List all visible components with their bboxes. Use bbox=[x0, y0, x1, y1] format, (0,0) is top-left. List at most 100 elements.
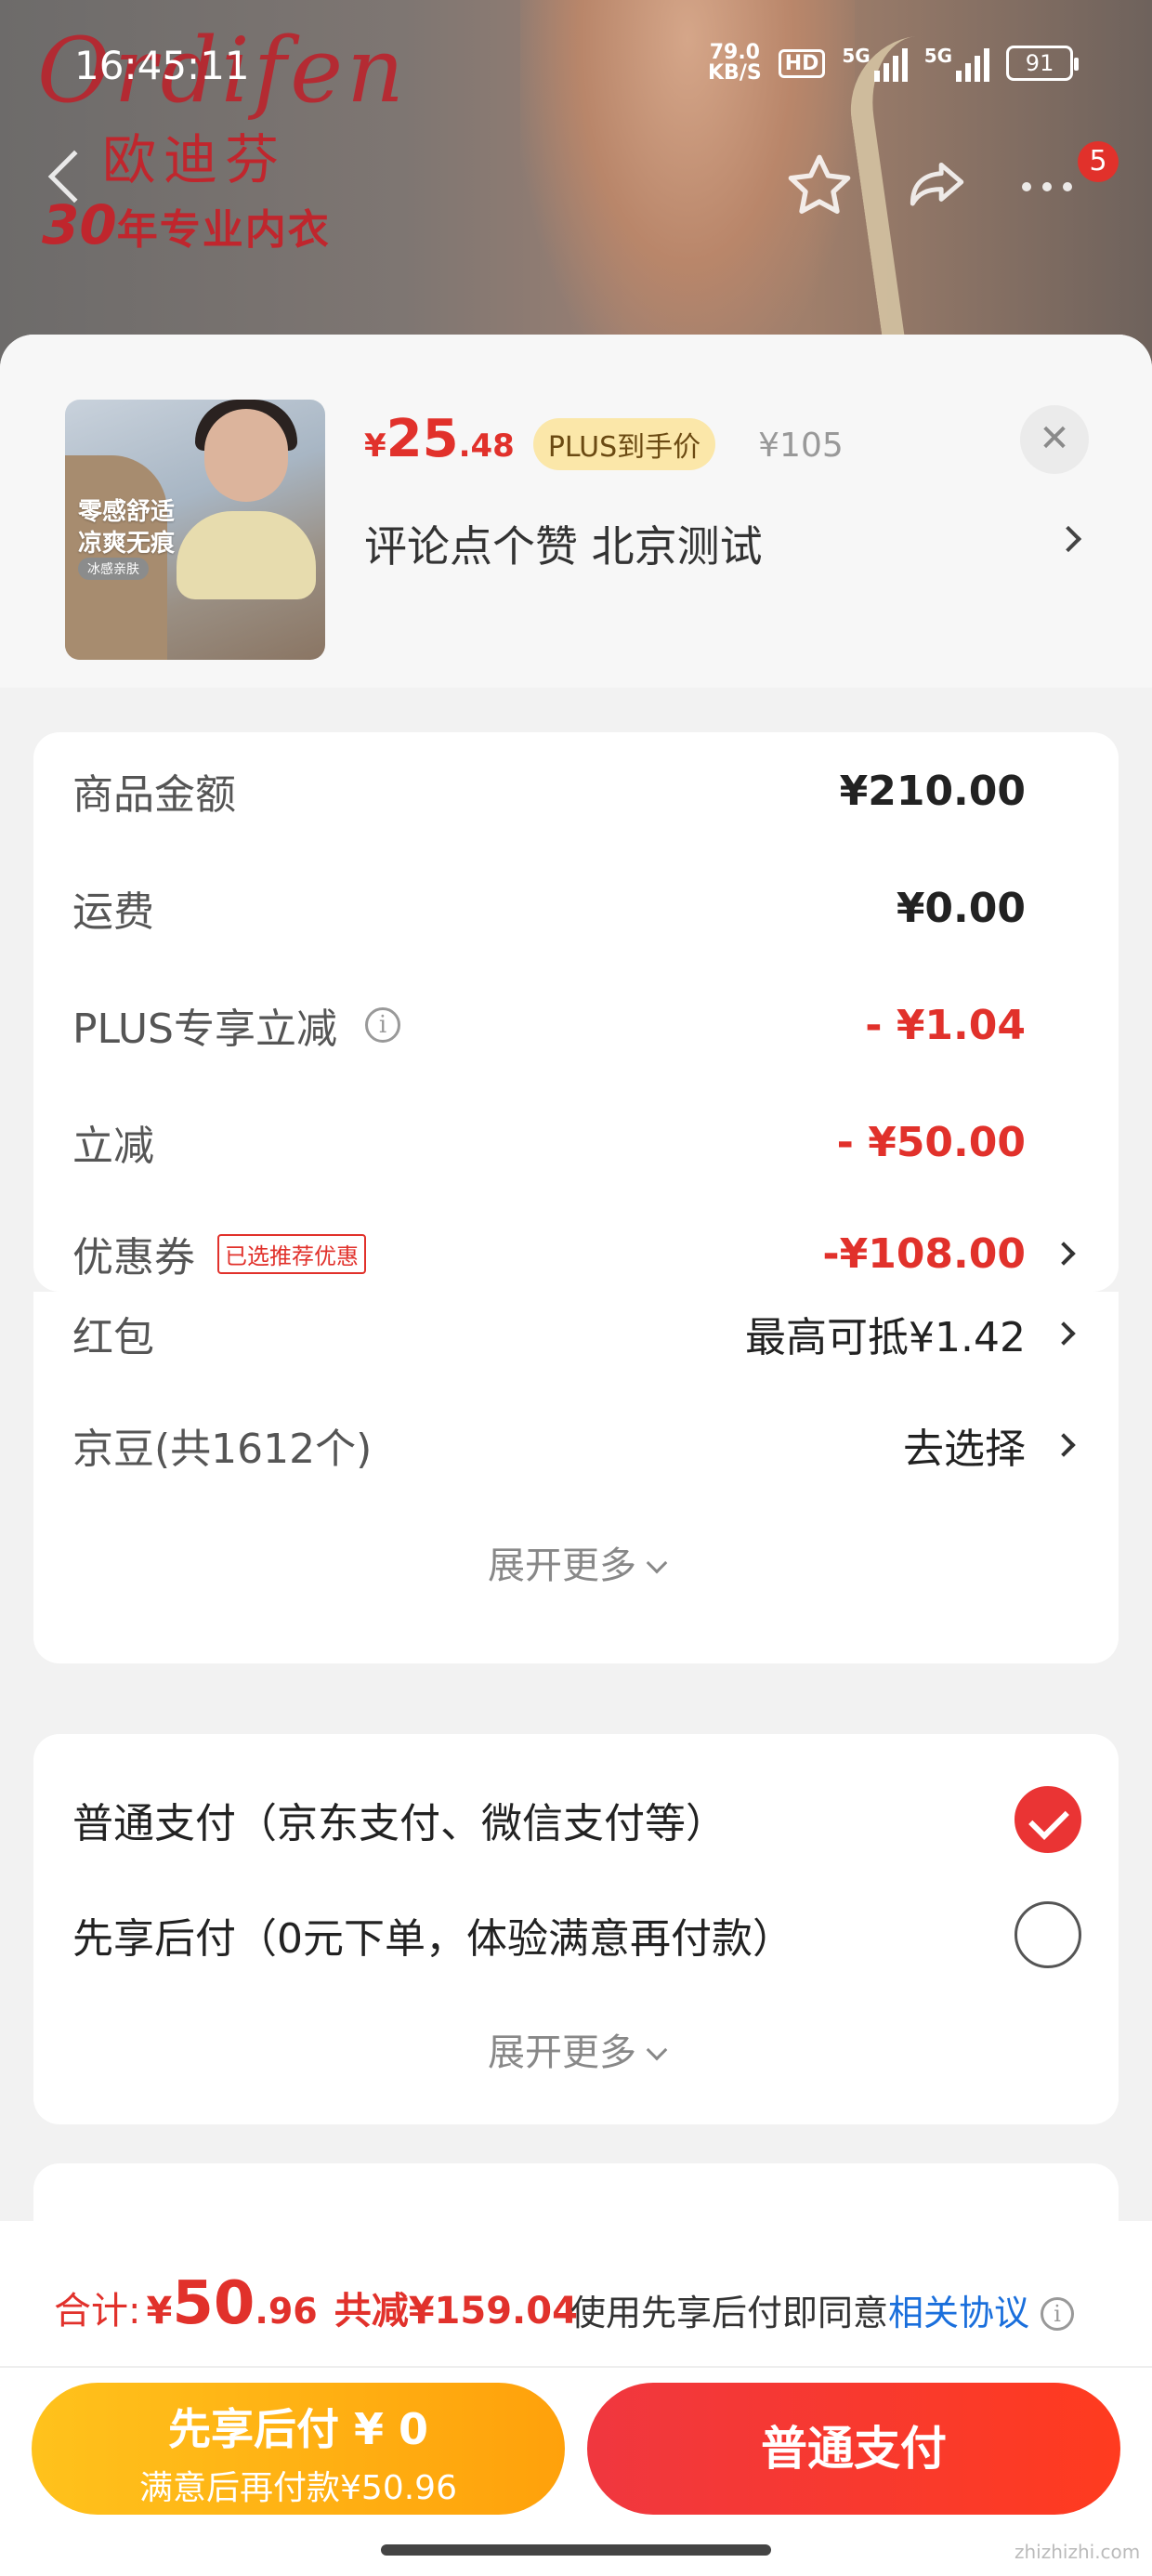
signal-bar bbox=[901, 48, 908, 82]
plus-price-tag: PLUS到手价 bbox=[532, 418, 716, 470]
total-symbol: ¥ bbox=[146, 2290, 173, 2333]
signal-bar bbox=[873, 71, 880, 82]
signal-icon-2: 5G bbox=[923, 45, 990, 82]
star-icon[interactable] bbox=[782, 149, 857, 223]
expand-more-payment[interactable]: 展开更多 bbox=[33, 2022, 1119, 2076]
pay-later-button[interactable]: 先享后付 ¥ 0 满意后再付款¥50.96 bbox=[32, 2383, 565, 2515]
total-integer: 50 bbox=[172, 2269, 255, 2338]
total-decimal: .96 bbox=[255, 2291, 318, 2332]
network-type-2: 5G bbox=[923, 45, 953, 67]
summary-label: 红包 bbox=[72, 1314, 154, 1361]
status-bar: 16:45:11 79.0 KB/S HD 5G 5G 91 bbox=[0, 37, 1152, 102]
radio-checked-icon[interactable] bbox=[1015, 1786, 1081, 1853]
expand-more-label: 展开更多 bbox=[488, 1544, 636, 1587]
checkout-footer: 合计: ¥ 50 .96 共减¥159.04 使用先享后付即同意相关协议 i 先享… bbox=[0, 2221, 1152, 2576]
summary-row-shipping: 运费 ¥0.00 bbox=[72, 875, 1081, 940]
network-speed-unit: KB/S bbox=[708, 61, 762, 85]
price-line: ¥ 25 .48 PLUS到手价 ¥105 bbox=[364, 409, 844, 470]
thumb-text-1: 零感舒适 bbox=[78, 498, 176, 526]
chevron-right-icon bbox=[1052, 1321, 1076, 1346]
summary-row-goods: 商品金额 ¥210.00 bbox=[72, 758, 1081, 823]
total-line: 合计: ¥ 50 .96 共减¥159.04 bbox=[54, 2269, 578, 2338]
close-button[interactable]: ✕ bbox=[1020, 405, 1089, 474]
summary-value: 最高可抵¥1.42 bbox=[745, 1314, 1026, 1361]
summary-value: - ¥50.00 bbox=[836, 1118, 1026, 1166]
summary-row-coupon[interactable]: 优惠券 已选推荐优惠 -¥108.00 bbox=[72, 1221, 1081, 1286]
summary-row-plus-discount: PLUS专享立减 i - ¥1.04 bbox=[72, 992, 1081, 1058]
summary-value: 去选择 bbox=[903, 1426, 1026, 1473]
pay-later-subtitle: 满意后再付款¥50.96 bbox=[139, 2469, 457, 2507]
divider bbox=[0, 2366, 1152, 2368]
summary-value: ¥0.00 bbox=[896, 884, 1026, 932]
summary-label: 运费 bbox=[72, 888, 154, 936]
price-symbol: ¥ bbox=[364, 427, 386, 465]
agreement-link[interactable]: 相关协议 bbox=[888, 2293, 1029, 2333]
payment-option-label: 普通支付（京东支付、微信支付等） bbox=[72, 1800, 727, 1847]
summary-value: ¥210.00 bbox=[839, 767, 1026, 815]
normal-pay-button[interactable]: 普通支付 bbox=[587, 2383, 1120, 2515]
summary-label: PLUS专享立减 bbox=[72, 1005, 337, 1053]
battery-icon: 91 bbox=[1006, 46, 1080, 81]
total-label: 合计: bbox=[54, 2290, 141, 2333]
expand-more-label: 展开更多 bbox=[488, 2031, 636, 2074]
notification-badge: 5 bbox=[1078, 141, 1119, 182]
brand-slogan: 30年专业内衣 bbox=[42, 193, 331, 256]
total-saving: 共减¥159.04 bbox=[334, 2290, 578, 2333]
summary-row-jingdou[interactable]: 京豆(共1612个) 去选择 bbox=[72, 1413, 1081, 1478]
chevron-right-icon bbox=[1052, 1433, 1076, 1457]
summary-label: 商品金额 bbox=[72, 771, 236, 819]
payment-option-normal[interactable]: 普通支付（京东支付、微信支付等） bbox=[72, 1782, 1081, 1857]
agreement-prefix: 使用先享后付即同意 bbox=[570, 2293, 889, 2333]
signal-bar bbox=[975, 56, 981, 82]
price-summary-card: 商品金额 ¥210.00 运费 ¥0.00 PLUS专享立减 i - ¥1.04… bbox=[33, 732, 1119, 1292]
more-icon[interactable] bbox=[1022, 182, 1072, 191]
watermark: zhizhizhi.com bbox=[1015, 2541, 1141, 2563]
chevron-right-icon bbox=[1052, 1242, 1076, 1266]
hd-icon: HD bbox=[778, 48, 826, 78]
thumb-text-2: 凉爽无痕 bbox=[78, 530, 176, 558]
summary-value: - ¥1.04 bbox=[865, 1001, 1026, 1049]
info-icon[interactable]: i bbox=[365, 1007, 400, 1043]
payment-option-later[interactable]: 先享后付（0元下单，体验满意再付款） bbox=[72, 1898, 1081, 1972]
chevron-down-icon bbox=[646, 1552, 668, 1574]
signal-bar bbox=[984, 48, 990, 82]
network-speed: 79.0 KB/S bbox=[708, 43, 762, 84]
status-time: 16:45:11 bbox=[74, 43, 250, 88]
signal-icon-1: 5G bbox=[842, 45, 908, 82]
summary-row-red-packet[interactable]: 红包 最高可抵¥1.42 bbox=[72, 1301, 1081, 1366]
product-header: 零感舒适 凉爽无痕 冰感亲肤 ¥ 25 .48 PLUS到手价 ¥105 ✕ 评… bbox=[0, 335, 1152, 688]
home-indicator[interactable] bbox=[381, 2544, 771, 2556]
summary-label: 优惠券 bbox=[72, 1234, 195, 1281]
info-icon[interactable]: i bbox=[1041, 2297, 1075, 2331]
summary-row-instant-discount: 立减 - ¥50.00 bbox=[72, 1110, 1081, 1175]
summary-value: -¥108.00 bbox=[822, 1229, 1026, 1278]
signal-bar bbox=[892, 56, 898, 82]
brand-logo-cn: 欧迪芬 bbox=[102, 128, 287, 191]
product-spec[interactable]: 评论点个赞 北京测试 bbox=[364, 513, 763, 574]
summary-label: 立减 bbox=[72, 1123, 154, 1170]
radio-unchecked-icon[interactable] bbox=[1015, 1901, 1081, 1968]
signal-bar bbox=[965, 63, 972, 82]
thumb-text-3: 冰感亲肤 bbox=[78, 558, 149, 580]
signal-bar bbox=[883, 63, 889, 82]
recommended-tag: 已选推荐优惠 bbox=[217, 1233, 366, 1274]
original-price: ¥105 bbox=[758, 427, 844, 465]
status-icons: 79.0 KB/S HD 5G 5G 91 bbox=[708, 43, 1080, 84]
price-integer: 25 bbox=[386, 409, 459, 469]
expand-more-summary[interactable]: 展开更多 bbox=[33, 1535, 1119, 1589]
share-icon[interactable] bbox=[901, 151, 970, 219]
network-type-1: 5G bbox=[842, 45, 871, 67]
signal-bar bbox=[956, 71, 962, 82]
product-thumbnail[interactable]: 零感舒适 凉爽无痕 冰感亲肤 bbox=[65, 400, 325, 660]
pay-later-title: 先享后付 ¥ 0 bbox=[167, 2404, 429, 2454]
chevron-down-icon bbox=[646, 2039, 668, 2061]
price-summary-card-lower: 红包 最高可抵¥1.42 京豆(共1612个) 去选择 展开更多 bbox=[33, 1292, 1119, 1663]
payment-method-card: 普通支付（京东支付、微信支付等） 先享后付（0元下单，体验满意再付款） 展开更多 bbox=[33, 1734, 1119, 2124]
network-speed-value: 79.0 bbox=[709, 41, 760, 64]
chevron-right-icon[interactable] bbox=[1054, 525, 1082, 553]
payment-option-label: 先享后付（0元下单，体验满意再付款） bbox=[72, 1915, 793, 1963]
brand-slogan-text: 年专业内衣 bbox=[116, 206, 331, 254]
agreement-text: 使用先享后付即同意相关协议 i bbox=[570, 2284, 1075, 2335]
summary-label: 京豆(共1612个) bbox=[72, 1426, 373, 1473]
brand-years: 30 bbox=[42, 193, 117, 256]
